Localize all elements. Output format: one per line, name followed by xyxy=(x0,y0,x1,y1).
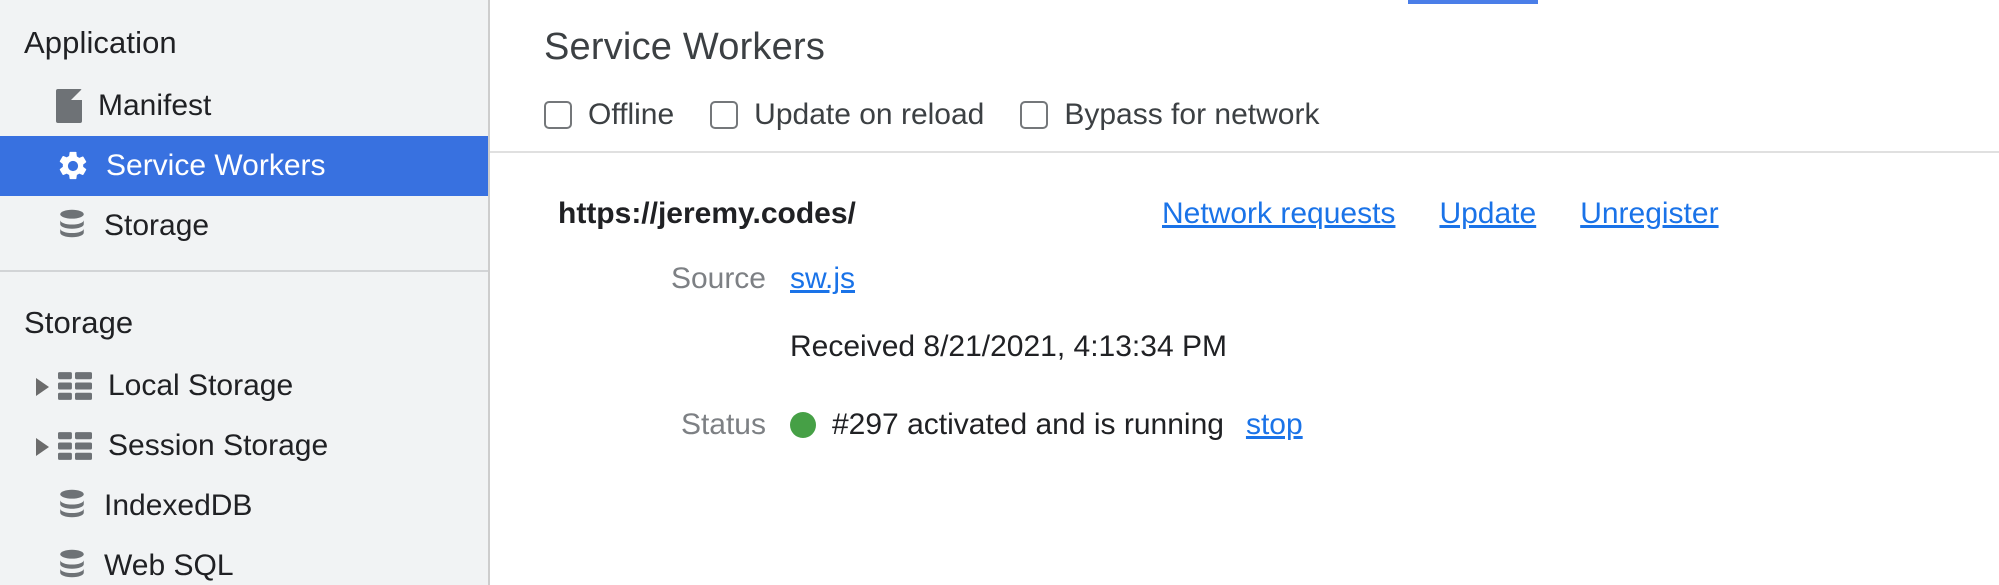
unregister-link[interactable]: Unregister xyxy=(1580,197,1718,231)
sidebar-item-label: Local Storage xyxy=(108,369,294,403)
offline-checkbox[interactable]: Offline xyxy=(544,98,674,132)
sidebar-item-manifest[interactable]: Manifest xyxy=(0,76,488,136)
bypass-for-network-checkbox[interactable]: Bypass for network xyxy=(1020,98,1319,132)
storage-section: Storage Local Storage Session Storage In… xyxy=(0,272,488,585)
document-icon xyxy=(56,89,82,124)
sidebar-item-label: Session Storage xyxy=(108,429,329,463)
checkbox-box[interactable] xyxy=(544,101,572,129)
sidebar-item-label: Service Workers xyxy=(106,149,326,183)
received-timestamp: Received 8/21/2021, 4:13:34 PM xyxy=(790,330,1227,363)
active-tab-indicator xyxy=(1408,0,1538,4)
chevron-right-icon[interactable] xyxy=(30,433,56,459)
network-requests-link[interactable]: Network requests xyxy=(1162,197,1395,231)
status-value: #297 activated and is running stop xyxy=(790,408,1303,442)
service-workers-main-panel: Service Workers Offline Update on reload… xyxy=(490,0,1999,585)
source-row: Source sw.js xyxy=(490,253,1999,305)
sidebar-item-web-sql[interactable]: Web SQL xyxy=(0,536,488,585)
checkbox-label: Offline xyxy=(588,98,675,131)
database-icon xyxy=(56,489,88,523)
status-text: #297 activated and is running xyxy=(832,408,1224,441)
source-label: Source xyxy=(670,262,766,295)
table-icon xyxy=(58,432,92,461)
devtools-application-panel: Application Manifest Service Workers Sto… xyxy=(0,0,1999,585)
received-row: Received 8/21/2021, 4:13:34 PM xyxy=(490,321,1999,373)
sidebar-item-label: IndexedDB xyxy=(104,489,253,523)
registration-actions: Network requests Update Unregister xyxy=(1162,197,1719,231)
checkbox-box[interactable] xyxy=(710,101,739,129)
application-section: Application Manifest Service Workers Sto… xyxy=(0,0,488,256)
service-workers-toolbar: Offline Update on reload Bypass for netw… xyxy=(490,69,1999,141)
registration-header-row: https://jeremy.codes/ Network requests U… xyxy=(490,153,1999,231)
gear-icon xyxy=(56,149,90,183)
update-on-reload-checkbox[interactable]: Update on reload xyxy=(710,98,984,132)
application-section-heading: Application xyxy=(24,25,177,60)
database-icon xyxy=(56,549,88,583)
sidebar-item-session-storage[interactable]: Session Storage xyxy=(0,416,488,476)
stop-link[interactable]: stop xyxy=(1246,408,1303,442)
storage-section-heading: Storage xyxy=(24,305,134,341)
application-sidebar: Application Manifest Service Workers Sto… xyxy=(0,0,490,585)
service-worker-registration: https://jeremy.codes/ Network requests U… xyxy=(490,153,1999,451)
source-file-link[interactable]: sw.js xyxy=(790,262,855,296)
database-icon xyxy=(56,209,88,243)
checkbox-label: Bypass for network xyxy=(1064,98,1320,131)
sidebar-item-local-storage[interactable]: Local Storage xyxy=(0,356,488,416)
sidebar-item-service-workers[interactable]: Service Workers xyxy=(0,136,488,197)
update-link[interactable]: Update xyxy=(1439,197,1536,231)
sidebar-item-label: Storage xyxy=(104,209,210,243)
source-value: sw.js xyxy=(790,262,855,296)
checkbox-label: Update on reload xyxy=(754,98,985,131)
sidebar-item-label: Manifest xyxy=(98,89,212,123)
status-label: Status xyxy=(680,408,766,441)
sidebar-item-indexeddb[interactable]: IndexedDB xyxy=(0,476,488,536)
sidebar-item-storage[interactable]: Storage xyxy=(0,196,488,256)
chevron-right-icon[interactable] xyxy=(30,373,56,399)
registration-scope-url: https://jeremy.codes/ xyxy=(558,197,856,230)
status-indicator-dot xyxy=(790,412,816,438)
status-row: Status #297 activated and is running sto… xyxy=(490,399,1999,451)
checkbox-box[interactable] xyxy=(1020,101,1049,129)
page-title: Service Workers xyxy=(544,26,826,68)
table-icon xyxy=(58,372,92,401)
sidebar-item-label: Web SQL xyxy=(104,549,234,583)
